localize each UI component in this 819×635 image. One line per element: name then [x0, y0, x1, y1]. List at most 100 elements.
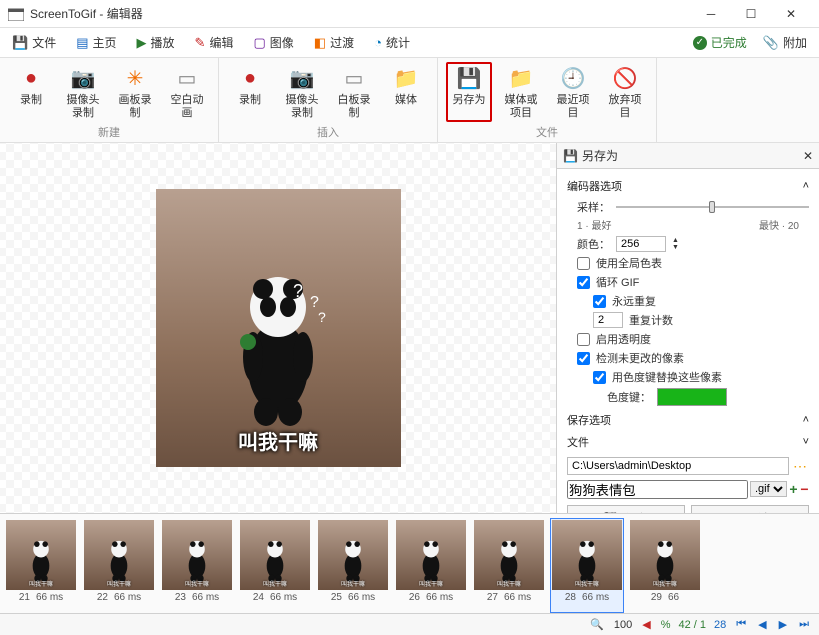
folder-icon: 📁: [392, 64, 420, 92]
ribbon-media[interactable]: 📁媒体: [383, 62, 429, 122]
close-button[interactable]: ✕: [771, 0, 811, 28]
frame-thumbnail[interactable]: 叫我干嘛2966: [628, 518, 702, 613]
sampling-label: 采样：: [577, 199, 610, 215]
preview-caption: 叫我干嘛: [156, 426, 401, 455]
ribbon-blank[interactable]: ▭空白动画: [164, 62, 210, 122]
window-title: ScreenToGif - 编辑器: [30, 5, 691, 22]
ribbon-save-as[interactable]: 💾另存为: [446, 62, 492, 122]
menu-transition[interactable]: ◧过渡: [310, 32, 358, 53]
save-button[interactable]: 💾保存 Alt + E / Enter: [567, 505, 685, 513]
ribbon-insert-camera[interactable]: 📷摄像头录制: [279, 62, 325, 122]
loop-gif-checkbox[interactable]: [577, 276, 590, 289]
detect-unchanged-checkbox[interactable]: [577, 352, 590, 365]
panel-header: 💾另存为 ✕: [557, 143, 819, 169]
save-options-header[interactable]: 保存选项˄: [567, 409, 809, 431]
app-icon: [8, 7, 24, 21]
cancel-button[interactable]: ✕取消 Esc: [691, 505, 809, 513]
frame-total: 28: [714, 619, 726, 631]
blank-icon: ▭: [173, 64, 201, 92]
chroma-replace-checkbox[interactable]: [593, 371, 606, 384]
preview-canvas[interactable]: ? ? ? 叫我干嘛: [0, 143, 556, 513]
frame-thumbnail[interactable]: 叫我干嘛2766 ms: [472, 518, 546, 613]
chevron-down-icon: ˅: [803, 436, 809, 448]
frame-thumbnail[interactable]: 叫我干嘛2466 ms: [238, 518, 312, 613]
ribbon-record[interactable]: ●录制: [8, 62, 54, 122]
sampling-slider[interactable]: [616, 199, 809, 215]
menu-attach[interactable]: 📎附加: [759, 32, 811, 53]
colors-label: 颜色：: [577, 236, 610, 252]
filename-input[interactable]: [567, 480, 748, 499]
whiteboard-icon: ▭: [340, 64, 368, 92]
ribbon-camera-record[interactable]: 📷摄像头录制: [60, 62, 106, 122]
menu-stats[interactable]: ◔统计: [370, 32, 414, 53]
ribbon-insert-record[interactable]: ●录制: [227, 62, 273, 122]
file-section-header[interactable]: 文件˅: [567, 431, 809, 453]
ribbon-group-new: ●录制 📷摄像头录制 ✳画板录制 ▭空白动画 新建: [0, 58, 219, 142]
global-color-table-checkbox[interactable]: [577, 257, 590, 270]
close-icon: ✕: [730, 512, 740, 514]
minimize-button[interactable]: ─: [691, 0, 731, 28]
nav-next-button[interactable]: ▶: [777, 618, 789, 631]
folder-icon: 📁: [507, 64, 535, 92]
menu-play[interactable]: ▶播放: [133, 32, 179, 53]
menu-file[interactable]: 💾文件: [8, 32, 60, 53]
menu-home[interactable]: ▤主页: [72, 32, 120, 53]
svg-text:?: ?: [318, 309, 326, 325]
frame-thumbnail[interactable]: 叫我干嘛2866 ms: [550, 518, 624, 613]
loop-forever-checkbox[interactable]: [593, 295, 606, 308]
menu-edit[interactable]: ✎编辑: [191, 32, 238, 53]
frame-position: 42 / 1: [678, 619, 706, 631]
camera-icon: 📷: [69, 64, 97, 92]
frame-timeline[interactable]: 叫我干嘛2166 ms叫我干嘛2266 ms叫我干嘛2366 ms叫我干嘛246…: [0, 513, 819, 613]
extension-select[interactable]: .gif: [750, 481, 787, 497]
ribbon-group-file: 💾另存为 📁媒体或项目 🕘最近项目 🚫放弃项目 文件: [438, 58, 657, 142]
ribbon: ●录制 📷摄像头录制 ✳画板录制 ▭空白动画 新建 ●录制 📷摄像头录制 ▭白板…: [0, 58, 819, 143]
spinner-icon[interactable]: ▲▼: [672, 237, 679, 251]
zoom-value: 100: [614, 619, 632, 631]
save-icon: 💾: [604, 512, 619, 514]
maximize-button[interactable]: ☐: [731, 0, 771, 28]
frame-thumbnail[interactable]: 叫我干嘛2266 ms: [82, 518, 156, 613]
chroma-key-color[interactable]: [657, 388, 727, 406]
board-icon: ✳: [121, 64, 149, 92]
frame-thumbnail[interactable]: 叫我干嘛2366 ms: [160, 518, 234, 613]
zoom-icon[interactable]: 🔍: [588, 618, 606, 631]
title-bar: ScreenToGif - 编辑器 ─ ☐ ✕: [0, 0, 819, 28]
panda-image: ? ? ?: [218, 247, 338, 427]
save-icon: 💾: [563, 149, 578, 163]
encoder-options-header[interactable]: 编码器选项˄: [567, 175, 809, 197]
menu-image[interactable]: ▢图像: [249, 32, 297, 53]
add-file-button[interactable]: +: [789, 479, 798, 499]
record-icon: ●: [17, 64, 45, 92]
preview-frame: ? ? ? 叫我干嘛: [156, 189, 401, 467]
nav-prev-button[interactable]: ◀: [756, 618, 768, 631]
discard-icon: 🚫: [611, 64, 639, 92]
ribbon-board-record[interactable]: ✳画板录制: [112, 62, 158, 122]
frame-thumbnail[interactable]: 叫我干嘛2566 ms: [316, 518, 390, 613]
nav-last-button[interactable]: ⏭: [797, 618, 811, 631]
ribbon-media-or-project[interactable]: 📁媒体或项目: [498, 62, 544, 122]
remove-file-button[interactable]: −: [800, 479, 809, 499]
svg-text:?: ?: [293, 281, 303, 301]
ribbon-recent[interactable]: 🕘最近项目: [550, 62, 596, 122]
zoom-out-button[interactable]: ◀: [640, 618, 652, 631]
file-path-input[interactable]: [567, 457, 789, 475]
record-icon: ●: [236, 64, 264, 92]
nav-first-button[interactable]: ⏮: [734, 618, 748, 631]
panel-close-button[interactable]: ✕: [803, 149, 813, 163]
colors-input[interactable]: [616, 236, 666, 252]
frame-thumbnail[interactable]: 叫我干嘛2666 ms: [394, 518, 468, 613]
browse-button[interactable]: ⋯: [791, 456, 809, 476]
repeat-count-input[interactable]: [593, 312, 623, 328]
camera-icon: 📷: [288, 64, 316, 92]
ribbon-insert-board[interactable]: ▭白板录制: [331, 62, 377, 122]
status-done[interactable]: ✓已完成: [693, 34, 747, 51]
ribbon-group-insert: ●录制 📷摄像头录制 ▭白板录制 📁媒体 插入: [219, 58, 438, 142]
status-bar: 🔍 100 ◀ % 42 / 1 28 ⏮ ◀ ▶ ⏭: [0, 613, 819, 635]
enable-transparency-checkbox[interactable]: [577, 333, 590, 346]
chevron-up-icon: ˄: [803, 180, 809, 192]
ribbon-discard[interactable]: 🚫放弃项目: [602, 62, 648, 122]
frame-thumbnail[interactable]: 叫我干嘛2166 ms: [4, 518, 78, 613]
chevron-up-icon: ˄: [803, 414, 809, 426]
main-area: ? ? ? 叫我干嘛 💾另存为 ✕ 编码器选项˄ 采样： 1 · 最好最快 · …: [0, 143, 819, 513]
